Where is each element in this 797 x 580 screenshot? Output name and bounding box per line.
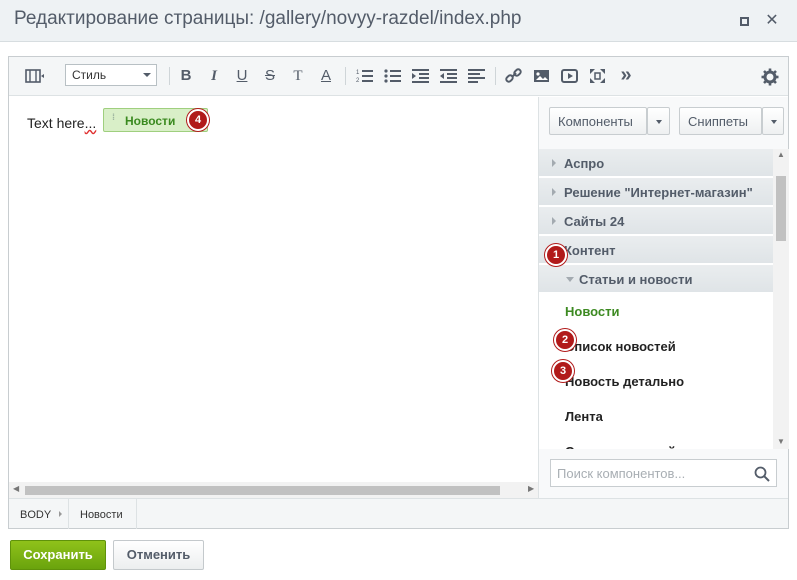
bullet-list-icon[interactable]: [383, 66, 403, 86]
svg-text:1: 1: [356, 70, 360, 76]
numbered-list-icon[interactable]: 12: [355, 66, 375, 86]
style-select-value: Стиль: [72, 68, 107, 82]
spellcheck-dots: ...: [84, 115, 97, 131]
maximize-icon[interactable]: [735, 12, 753, 30]
tree-group-label: Контент: [564, 243, 616, 258]
edit-page-dialog: Редактирование страницы: /gallery/novyy-…: [0, 0, 797, 580]
scroll-left-icon[interactable]: ◀: [13, 484, 19, 493]
vertical-scroll-thumb[interactable]: [776, 176, 786, 241]
vertical-scrollbar[interactable]: ▲ ▼: [773, 149, 789, 449]
chevron-down-icon: [143, 73, 151, 77]
remove-format-icon[interactable]: T: [288, 66, 308, 86]
components-button[interactable]: Компоненты: [549, 107, 647, 135]
tree-item-news-detail[interactable]: Новость детально: [539, 364, 773, 399]
html-editor: Стиль B I U S T A 12 » Text here... ⁞ Но…: [8, 56, 789, 529]
component-chip-label: Новости: [125, 114, 176, 128]
more-icon[interactable]: »: [616, 65, 636, 86]
editor-content[interactable]: Text here... ⁞ Новости 4: [9, 97, 538, 482]
tree-group-label: Решение "Интернет-магазин": [564, 185, 753, 200]
align-icon[interactable]: [467, 66, 487, 86]
step-badge-1: 1: [545, 244, 567, 266]
tree-item-feed[interactable]: Лента: [539, 399, 773, 434]
chevron-right-icon: [552, 159, 556, 167]
chevron-down-icon: [566, 277, 574, 282]
chevron-right-icon: [59, 511, 62, 517]
link-icon[interactable]: [504, 66, 524, 86]
editor-text[interactable]: Text here...: [27, 115, 96, 131]
breadcrumb-divider: [136, 499, 137, 529]
tree-group-articles-news[interactable]: Статьи и новости: [539, 265, 773, 293]
components-tree: Аспро Решение "Интернет-магазин" Сайты 2…: [539, 149, 773, 449]
horizontal-scrollbar[interactable]: ◀ ▶: [9, 482, 538, 498]
italic-icon[interactable]: I: [204, 66, 224, 86]
tree-group-label: Сайты 24: [564, 214, 625, 229]
step-badge-3: 3: [552, 360, 574, 382]
style-select[interactable]: Стиль: [65, 64, 157, 86]
tree-group-label: Аспро: [564, 156, 605, 171]
horizontal-scroll-thumb[interactable]: [25, 486, 500, 495]
tree-group-label: Статьи и новости: [579, 272, 693, 287]
components-panel: Компоненты Сниппеты Аспро Решение "Интер…: [538, 97, 789, 499]
editor-text-before: Text here: [27, 115, 85, 131]
element-path-bar: BODY Новости: [9, 498, 788, 529]
scroll-down-icon[interactable]: ▼: [777, 437, 785, 446]
settings-icon[interactable]: [760, 66, 780, 86]
cancel-button[interactable]: Отменить: [113, 540, 204, 570]
indent-icon[interactable]: [411, 66, 431, 86]
strikethrough-icon[interactable]: S: [260, 66, 280, 86]
breadcrumb-divider: [68, 499, 69, 529]
tree-group-sites24[interactable]: Сайты 24: [539, 207, 773, 235]
component-search-input[interactable]: [550, 459, 777, 487]
chevron-down-icon: [771, 120, 777, 124]
bold-icon[interactable]: B: [176, 66, 196, 86]
components-dropdown-button[interactable]: [647, 107, 670, 135]
outdent-icon[interactable]: [439, 66, 459, 86]
close-icon[interactable]: ✕: [763, 12, 781, 30]
drag-handle-icon: ⁞: [112, 112, 115, 122]
svg-text:2: 2: [356, 78, 360, 84]
search-icon[interactable]: [754, 466, 770, 482]
breadcrumb-body[interactable]: BODY: [20, 509, 51, 521]
chevron-down-icon: [656, 120, 662, 124]
step-badge-4: 4: [187, 109, 209, 131]
scroll-right-icon[interactable]: ▶: [528, 484, 534, 493]
chevron-right-icon: [552, 188, 556, 196]
editor-toolbar: Стиль B I U S T A 12 »: [9, 57, 788, 96]
save-button[interactable]: Сохранить: [10, 540, 106, 570]
tree-group-content[interactable]: Контент: [539, 236, 773, 264]
toolbar-divider: [169, 67, 170, 85]
fullscreen-icon[interactable]: [588, 66, 608, 86]
dialog-titlebar: Редактирование страницы: /gallery/novyy-…: [0, 0, 797, 42]
tree-group-eshop[interactable]: Решение "Интернет-магазин": [539, 178, 773, 206]
breadcrumb-news[interactable]: Новости: [80, 509, 123, 521]
tree-item-news[interactable]: Новости: [539, 294, 773, 329]
tree-group-aspro[interactable]: Аспро: [539, 149, 773, 177]
source-mode-icon[interactable]: [25, 66, 45, 86]
toolbar-divider: [345, 67, 346, 85]
snippets-button[interactable]: Сниппеты: [679, 107, 762, 135]
text-color-icon[interactable]: A: [316, 66, 336, 86]
step-badge-2: 2: [554, 329, 576, 351]
underline-icon[interactable]: U: [232, 66, 252, 86]
chevron-right-icon: [552, 217, 556, 225]
snippets-dropdown-button[interactable]: [762, 107, 784, 135]
video-icon[interactable]: [560, 66, 580, 86]
scroll-up-icon[interactable]: ▲: [777, 150, 785, 159]
dialog-title: Редактирование страницы: /gallery/novyy-…: [14, 8, 522, 29]
tree-item-feed-news-list[interactable]: Список новостей для ленты: [539, 434, 773, 449]
toolbar-divider: [495, 67, 496, 85]
image-icon[interactable]: [532, 66, 552, 86]
